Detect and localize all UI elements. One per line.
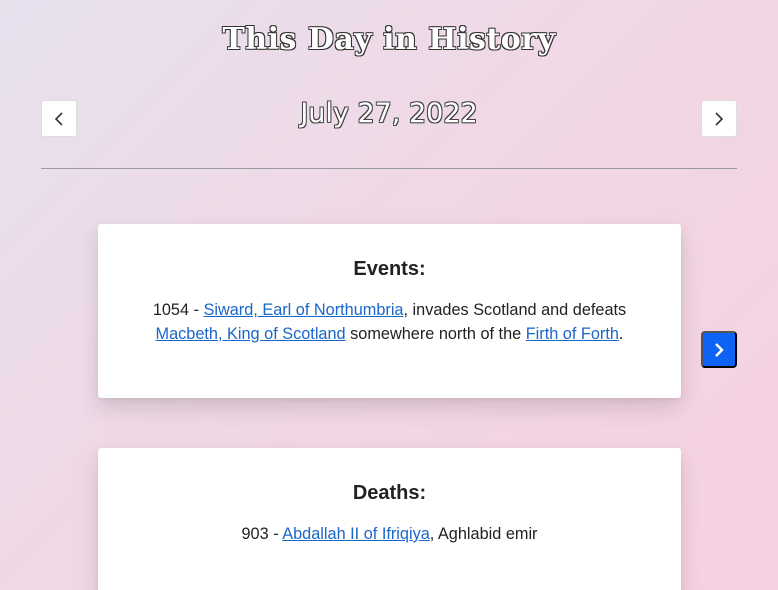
- next-event-button[interactable]: [701, 331, 737, 368]
- deaths-card: Deaths: 903 - Abdallah II of Ifriqiya, A…: [98, 448, 681, 590]
- event-text-1: , invades Scotland and defeats: [403, 301, 627, 319]
- siward-link[interactable]: Siward, Earl of Northumbria: [204, 301, 404, 319]
- event-text-3: .: [618, 325, 624, 343]
- next-day-button[interactable]: [701, 100, 737, 137]
- abdallah-link[interactable]: Abdallah II of Ifriqiya: [282, 525, 430, 543]
- event-separator: -: [189, 301, 204, 319]
- page-title: This Day in History: [222, 22, 556, 57]
- header-divider: [41, 168, 737, 169]
- death-separator: -: [268, 525, 283, 543]
- event-year: 1054: [152, 301, 190, 319]
- firth-of-forth-link[interactable]: Firth of Forth: [526, 325, 619, 343]
- event-text-2: somewhere north of the: [345, 325, 526, 343]
- macbeth-link[interactable]: Macbeth, King of Scotland: [156, 325, 346, 343]
- chevron-right-icon: [712, 342, 726, 358]
- event-entry: 1054 - Siward, Earl of Northumbria, inva…: [152, 298, 627, 346]
- death-text-1: , Aghlabid emir: [429, 525, 538, 543]
- chevron-right-icon: [712, 111, 726, 127]
- deaths-heading: Deaths:: [352, 482, 427, 504]
- events-card: Events: 1054 - Siward, Earl of Northumbr…: [98, 224, 681, 398]
- death-year: 903: [241, 525, 269, 543]
- events-heading: Events:: [353, 258, 426, 280]
- death-entry: 903 - Abdallah II of Ifriqiya, Aghlabid …: [152, 522, 627, 546]
- current-date: July 27, 2022: [300, 98, 478, 129]
